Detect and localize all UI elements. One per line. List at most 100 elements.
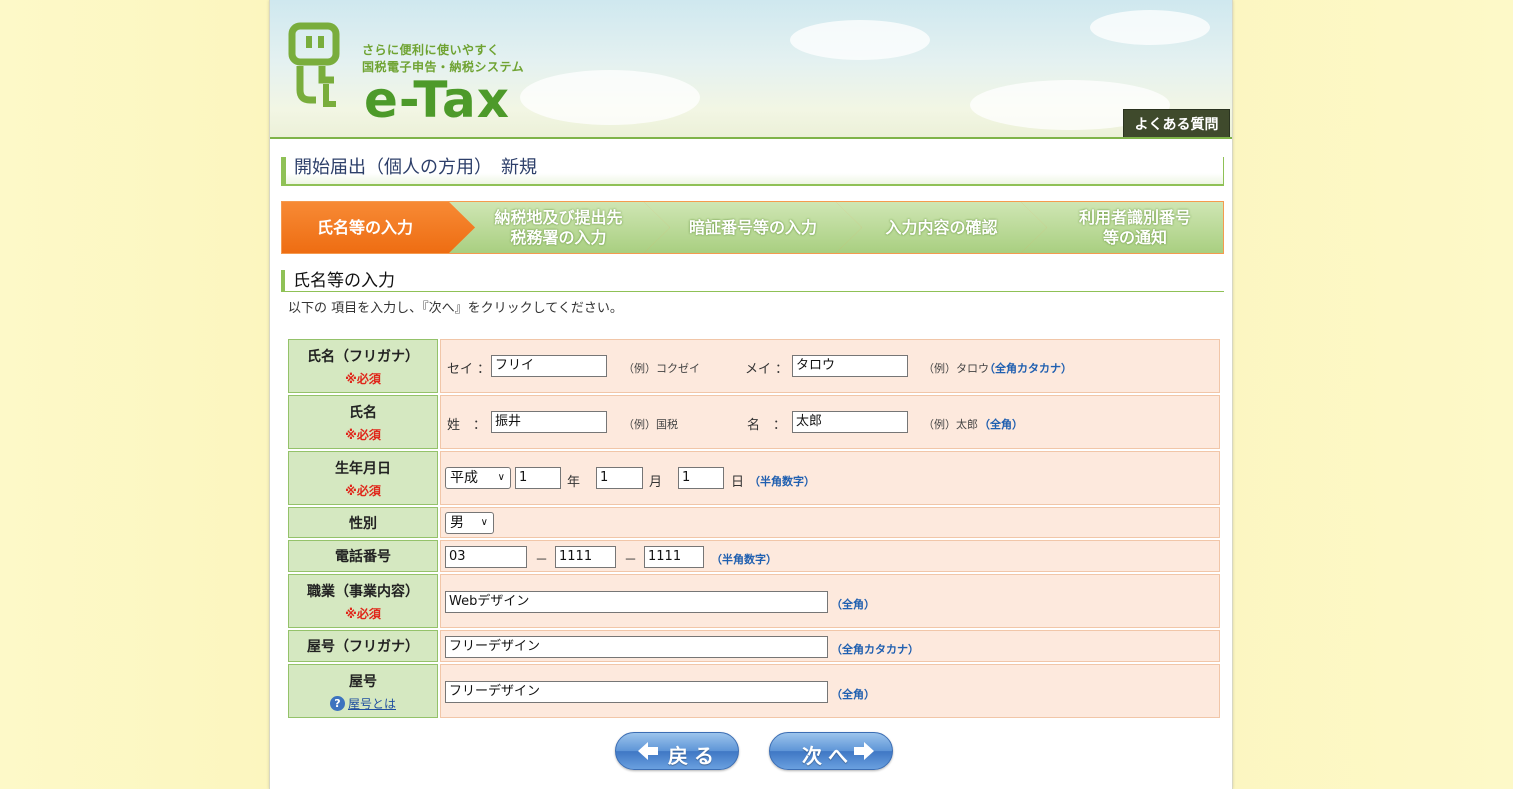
step-tax-office: 納税地及び提出先 税務署の入力 [494,207,623,247]
field-value-cell: 平成 ∨ 1 年 1 月 1 日 （半角数字） [440,451,1220,505]
form-row-name: 氏名 ※必須 姓 ： 振井 （例）国税 名 ： 太郎 （例）太郎 （全角） [288,395,1220,449]
form-row-trade-name: 屋号 ? 屋号とは フリーデザイン （全角） [288,664,1220,718]
gender-select[interactable]: 男 ∨ [445,512,494,534]
mei-kana-label: メイ ： [745,362,789,377]
logo-wordmark: e-Tax [364,71,510,129]
trade-name-help-link[interactable]: 屋号とは [348,697,396,711]
field-label-cell: 氏名 ※必須 [288,395,438,449]
mei-kana-input[interactable]: タロウ [792,355,908,377]
sei-kana-input[interactable]: フリイ [491,355,607,377]
field-label-cell: 屋号（フリガナ） [288,630,438,662]
field-label-cell: 屋号 ? 屋号とは [288,664,438,718]
cloud-decoration [520,70,700,125]
etax-logo[interactable]: さらに便利に使いやすく 国税電子申告・納税システム e-Tax [286,20,526,129]
field-value-cell: フリーデザイン （全角カタカナ） [440,630,1220,662]
field-label: 職業（事業内容） [307,583,419,600]
page-container: さらに便利に使いやすく 国税電子申告・納税システム e-Tax よくある質問 開… [269,0,1233,789]
example-text: （例）コクゼイ [623,362,700,375]
trade-name-help[interactable]: ? 屋号とは [329,695,396,712]
section-header: 氏名等の入力 [281,270,1224,292]
birth-year-input[interactable]: 1 [515,467,561,489]
chevron-down-icon: ∨ [480,517,488,528]
example-text: （例）国税 [623,418,678,431]
surname-input[interactable]: 振井 [491,411,607,433]
trade-name-kana-input[interactable]: フリーデザイン [445,636,828,658]
field-value-cell: 03 － 1111 － 1111 （半角数字） [440,540,1220,572]
chevron-down-icon: ∨ [497,472,505,483]
format-note: （全角カタカナ） [831,643,919,656]
next-button[interactable]: 次へ [769,732,893,770]
progress-steps: 氏名等の入力 納税地及び提出先 税務署の入力 暗証番号等の入力 入力内容の確認 … [281,201,1224,254]
phone-part2-input[interactable]: 1111 [555,546,616,568]
next-button-label: 次へ [802,744,854,768]
page-title: 開始届出（個人の方用） 新規 [294,157,537,178]
back-button-label: 戻る [668,744,720,768]
given-name-input[interactable]: 太郎 [792,411,908,433]
birth-month-input[interactable]: 1 [596,467,643,489]
form-row-gender: 性別 男 ∨ [288,507,1220,538]
required-mark: ※必須 [345,483,381,498]
step-confirm: 入力内容の確認 [885,217,998,237]
given-name-label: 名 ： [747,418,787,433]
arrow-left-icon [638,742,658,760]
birth-day-input[interactable]: 1 [678,467,724,489]
surname-label: 姓 ： [447,418,487,433]
cloud-decoration [790,20,930,60]
example-text: （例）太郎 [923,418,978,431]
field-label: 性別 [349,515,377,532]
field-label-cell: 生年月日 ※必須 [288,451,438,505]
era-select[interactable]: 平成 ∨ [445,467,511,489]
field-label: 屋号（フリガナ） [307,639,419,655]
format-note: （半角数字） [711,553,777,566]
field-label: 氏名（フリガナ） [307,348,419,365]
phone-part1-input[interactable]: 03 [445,546,527,568]
field-value-cell: 男 ∨ [440,507,1220,538]
logo-tagline: さらに便利に使いやすく [362,43,500,57]
required-mark: ※必須 [345,371,381,386]
required-mark: ※必須 [345,606,381,621]
page-title-bar: 開始届出（個人の方用） 新規 [281,157,1224,186]
form-row-phone: 電話番号 03 － 1111 － 1111 （半角数字） [288,540,1220,572]
field-label-cell: 氏名（フリガナ） ※必須 [288,339,438,393]
etax-mascot-icon [288,22,340,107]
phone-separator: － [535,553,549,568]
form-row-occupation: 職業（事業内容） ※必須 Webデザイン （全角） [288,574,1220,628]
field-label-cell: 電話番号 [288,540,438,572]
trade-name-input[interactable]: フリーデザイン [445,681,828,703]
field-value-cell: Webデザイン （全角） [440,574,1220,628]
gender-select-value: 男 [450,515,464,531]
field-value-cell: セイ ： フリイ （例）コクゼイ メイ ： タロウ （例）タロウ （全角カタカナ… [440,339,1220,393]
step-name-entry: 氏名等の入力 [316,217,413,237]
field-label: 屋号 [349,673,377,690]
section-title: 氏名等の入力 [293,271,395,291]
occupation-input[interactable]: Webデザイン [445,591,828,613]
field-value-cell: フリーデザイン （全角） [440,664,1220,718]
form-row-birthdate: 生年月日 ※必須 平成 ∨ 1 年 1 月 1 日 （半角数字） [288,451,1220,505]
site-header: さらに便利に使いやすく 国税電子申告・納税システム e-Tax よくある質問 [270,0,1232,139]
field-label-cell: 職業（事業内容） ※必須 [288,574,438,628]
form-row-kana-name: 氏名（フリガナ） ※必須 セイ ： フリイ （例）コクゼイ メイ ： タロウ （… [288,339,1220,393]
required-mark: ※必須 [345,427,381,442]
era-select-value: 平成 [450,470,478,486]
phone-part3-input[interactable]: 1111 [644,546,704,568]
faq-button[interactable]: よくある質問 [1123,109,1230,137]
back-button[interactable]: 戻る [615,732,739,770]
arrow-right-icon [854,742,874,760]
day-unit: 日 [731,475,745,490]
field-label-cell: 性別 [288,507,438,538]
field-value-cell: 姓 ： 振井 （例）国税 名 ： 太郎 （例）太郎 （全角） [440,395,1220,449]
month-unit: 月 [649,475,663,490]
year-unit: 年 [567,475,581,490]
format-note: （全角） [831,598,875,611]
cloud-decoration [1090,10,1210,45]
field-label: 生年月日 [335,460,391,477]
form-row-trade-name-kana: 屋号（フリガナ） フリーデザイン （全角カタカナ） [288,630,1220,662]
phone-separator: － [624,553,638,568]
step-pin-entry: 暗証番号等の入力 [688,217,817,237]
instruction-text: 以下の 項目を入力し、『次へ』をクリックしてください。 [288,301,623,316]
field-label: 電話番号 [335,549,391,565]
step-user-id-notice: 利用者識別番号 等の通知 [1078,207,1191,247]
format-note: （全角） [979,418,1023,431]
field-label: 氏名 [349,404,377,421]
format-note: （半角数字） [749,475,815,488]
